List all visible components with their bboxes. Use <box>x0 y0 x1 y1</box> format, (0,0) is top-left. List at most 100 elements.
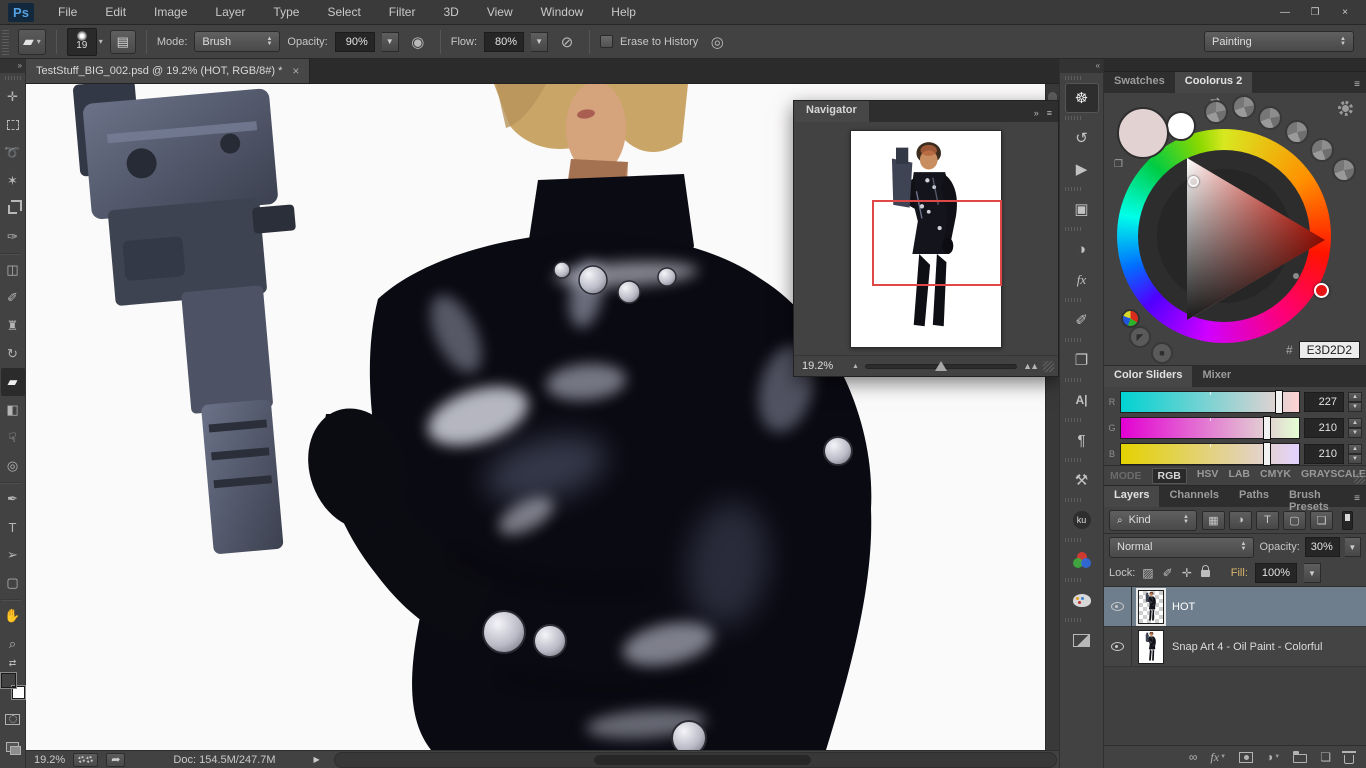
opacity-value[interactable]: 90% <box>335 32 375 52</box>
step-down-icon[interactable]: ▼ <box>1348 454 1362 464</box>
dodge-tool[interactable]: ◎ <box>1 452 25 480</box>
color-wheel-panel-icon[interactable]: ☸ <box>1065 83 1099 113</box>
quick-mask-button[interactable] <box>1 705 25 733</box>
status-zoom-value[interactable]: 19.2% <box>34 754 65 766</box>
color-themes-panel-icon[interactable] <box>1065 545 1099 575</box>
layer-fill-value[interactable]: 100% <box>1255 563 1297 583</box>
crop-tool[interactable] <box>1 195 25 223</box>
close-button[interactable]: × <box>1332 4 1358 20</box>
color-panel-menu-icon[interactable]: ≡ <box>1354 79 1366 93</box>
shape-tool[interactable]: ▢ <box>1 569 25 597</box>
filter-shape-layers-icon[interactable]: ▢ <box>1283 511 1306 530</box>
move-tool[interactable]: ✛ <box>1 83 25 111</box>
panel-strip-grip[interactable] <box>1065 538 1081 542</box>
channel-value[interactable]: 210 <box>1304 418 1344 438</box>
slider-thumb[interactable] <box>1275 390 1283 414</box>
hue-selector[interactable] <box>1314 283 1329 298</box>
toolbar-grip[interactable] <box>5 76 21 80</box>
marquee-tool[interactable] <box>1 111 25 139</box>
history-panel-icon[interactable]: ↺ <box>1065 123 1099 153</box>
erase-to-history-checkbox[interactable] <box>600 35 613 48</box>
flow-dropdown-icon[interactable]: ▼ <box>531 32 548 52</box>
healing-brush-tool[interactable]: ◫ <box>1 256 25 284</box>
tab-brush-presets[interactable]: Brush Presets <box>1279 486 1354 507</box>
menu-help[interactable]: Help <box>597 0 650 25</box>
mode-cmyk[interactable]: CMYK <box>1260 468 1291 484</box>
character-panel-icon[interactable]: A| <box>1065 385 1099 415</box>
smudge-tool[interactable]: ☟ <box>1 424 25 452</box>
layer-row[interactable]: HOT <box>1104 587 1366 627</box>
filter-type-layers-icon[interactable]: T <box>1256 511 1279 530</box>
status-export-icon[interactable]: ➦ <box>106 753 125 767</box>
new-layer-icon[interactable]: ❏ <box>1320 750 1331 764</box>
path-selection-tool[interactable]: ➢ <box>1 541 25 569</box>
value-stepper[interactable]: ▲▼ <box>1348 418 1362 438</box>
menu-3d[interactable]: 3D <box>429 0 472 25</box>
panel-strip-grip[interactable] <box>1065 76 1081 80</box>
navigator-collapse-icon[interactable]: » <box>1034 108 1039 118</box>
zoom-tool[interactable]: ⌕ <box>1 630 25 658</box>
channel-value[interactable]: 227 <box>1304 392 1344 412</box>
layer-thumbnail[interactable] <box>1138 590 1164 624</box>
foreground-background-colors[interactable] <box>1 673 25 699</box>
step-up-icon[interactable]: ▲ <box>1348 392 1362 402</box>
layer-thumbnail[interactable] <box>1138 630 1164 664</box>
filter-toggle-switch[interactable] <box>1342 511 1353 530</box>
visibility-toggle[interactable] <box>1104 587 1132 626</box>
palette-panel-icon[interactable] <box>1065 585 1099 615</box>
swap-colors-mini-icon[interactable]: ⇄ <box>9 658 17 669</box>
menu-window[interactable]: Window <box>527 0 598 25</box>
tab-coolorus[interactable]: Coolorus 2 <box>1175 72 1252 93</box>
slider-thumb[interactable] <box>1263 442 1271 466</box>
panel-strip-grip[interactable] <box>1065 418 1081 422</box>
foreground-color-swatch[interactable] <box>1 673 16 688</box>
hex-value-field[interactable]: E3D2D2 <box>1299 341 1360 359</box>
saturation-selector[interactable] <box>1188 176 1199 187</box>
status-flyout-icon[interactable]: ▶ <box>314 755 320 764</box>
menu-view[interactable]: View <box>473 0 527 25</box>
panel-strip-grip[interactable] <box>1065 298 1081 302</box>
navigator-view-rectangle[interactable] <box>872 200 1002 286</box>
adjustment-layer-icon[interactable]: ◑▼ <box>1266 750 1280 764</box>
hand-tool[interactable]: ✋ <box>1 602 25 630</box>
toolbar-collapse-icon[interactable]: » <box>0 59 25 73</box>
menu-file[interactable]: File <box>44 0 91 25</box>
channel-slider-r[interactable] <box>1120 391 1300 413</box>
step-down-icon[interactable]: ▼ <box>1348 428 1362 438</box>
layer-row[interactable]: Snap Art 4 - Oil Paint - Colorful <box>1104 627 1366 667</box>
screen-mode-button[interactable] <box>1 733 25 761</box>
mode-lab[interactable]: LAB <box>1228 468 1250 484</box>
navigator-menu-icon[interactable]: ≡ <box>1047 108 1052 118</box>
gradient-tool[interactable]: ◧ <box>1 396 25 424</box>
panel-strip-grip[interactable] <box>1065 227 1081 231</box>
clone-source-panel-icon[interactable]: ❐ <box>1065 345 1099 375</box>
panel-strip-grip[interactable] <box>1065 578 1081 582</box>
lasso-tool[interactable]: ➰ <box>1 139 25 167</box>
pressure-size-icon[interactable]: ◎ <box>705 30 729 54</box>
mode-dropdown[interactable]: Brush ▲▼ <box>194 31 280 52</box>
navigator-tab[interactable]: Navigator <box>794 101 869 122</box>
panel-strip-grip[interactable] <box>1065 187 1081 191</box>
step-up-icon[interactable]: ▲ <box>1348 444 1362 454</box>
filter-pixel-layers-icon[interactable]: ▦ <box>1202 511 1225 530</box>
toggle-brush-panel-icon[interactable]: ▤ <box>110 30 136 54</box>
tab-mixer[interactable]: Mixer <box>1192 366 1241 387</box>
zoom-out-icon[interactable]: ▲ <box>852 363 859 370</box>
history-brush-tool[interactable]: ↻ <box>1 340 25 368</box>
paragraph-panel-icon[interactable]: ¶ <box>1065 425 1099 455</box>
horizontal-scrollbar[interactable] <box>334 752 1057 768</box>
harmony-icon-6[interactable] <box>1332 158 1356 182</box>
adjustments-panel-icon[interactable]: ◑ <box>1065 234 1099 264</box>
restore-button[interactable]: ❐ <box>1302 4 1328 20</box>
coolorus-background-swatch[interactable] <box>1166 111 1196 141</box>
coolorus-foreground-swatch[interactable] <box>1117 107 1169 159</box>
tab-paths[interactable]: Paths <box>1229 486 1279 507</box>
magic-wand-tool[interactable]: ✶ <box>1 167 25 195</box>
document-tab[interactable]: TestStuff_BIG_002.psd @ 19.2% (HOT, RGB/… <box>26 59 310 83</box>
mode-hsv[interactable]: HSV <box>1197 468 1219 484</box>
horizontal-scrollbar-thumb[interactable] <box>594 755 810 765</box>
brush-tool[interactable]: ✐ <box>1 284 25 312</box>
navigator-zoom-slider[interactable] <box>865 364 1017 369</box>
brush-preset-picker[interactable]: 19 <box>67 28 103 56</box>
harmony-icon-3[interactable] <box>1258 106 1282 130</box>
